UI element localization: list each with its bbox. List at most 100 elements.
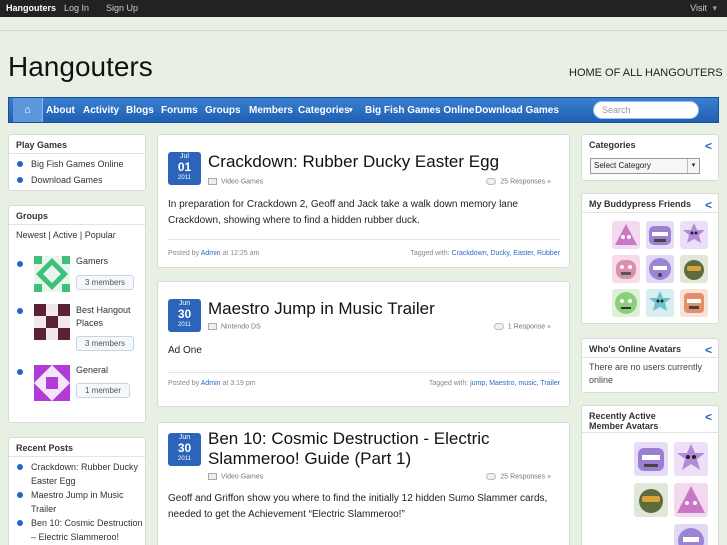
category-select-value: Select Category <box>594 161 651 170</box>
whos-online-text: There are no users currently online <box>589 362 703 385</box>
recent-member-avatar[interactable] <box>674 524 708 545</box>
group-name[interactable]: General <box>76 365 108 375</box>
tagged-label: Tagged with: <box>410 250 450 257</box>
post-title[interactable]: Ben 10: Cosmic Destruction - Electric Sl… <box>208 429 558 469</box>
post-author-link[interactable]: Admin <box>201 380 221 387</box>
categories-caret-icon[interactable]: ▾ <box>349 106 353 114</box>
recent-posts-title: Recent Posts <box>16 443 74 453</box>
group-member-count[interactable]: 3 members <box>76 275 135 290</box>
post-responses[interactable]: 1 Response » <box>493 323 551 330</box>
friend-avatar[interactable] <box>612 289 640 317</box>
post-tags[interactable]: jump, Maestro, music, Trailer <box>470 380 560 387</box>
visit-caret-icon[interactable]: ▾ <box>712 3 717 14</box>
nav-forums[interactable]: Forums <box>161 105 198 116</box>
post-responses-label[interactable]: 25 Responses » <box>500 473 551 480</box>
nav-about[interactable]: About <box>46 105 75 116</box>
login-link[interactable]: Log In <box>64 3 89 13</box>
post-responses-label[interactable]: 25 Responses » <box>500 178 551 185</box>
recent-post-link[interactable]: Ben 10: Cosmic Destruction – Electric Sl… <box>9 516 145 545</box>
nav-big-fish-games[interactable]: Big Fish Games Online <box>365 105 474 116</box>
comment-icon <box>486 473 497 480</box>
posted-by-label: Posted by <box>168 250 200 257</box>
post-excerpt: Geoff and Griffon show you where to find… <box>168 493 548 520</box>
site-title[interactable]: Hangouters <box>8 51 153 83</box>
friend-avatar[interactable] <box>612 255 640 283</box>
category-select[interactable]: Select Category ▾ <box>590 158 700 174</box>
post-category[interactable]: Video Games <box>208 473 263 480</box>
signup-link[interactable]: Sign Up <box>106 3 138 13</box>
recent-member-avatar[interactable] <box>634 483 668 517</box>
group-avatar-best-hangout-places[interactable] <box>34 304 70 340</box>
post-tags[interactable]: Crackdown, Ducky, Easter, Rubber <box>452 250 560 257</box>
post-date-year: 2011 <box>178 456 191 462</box>
whos-online-widget: Who's Online Avatars < There are no user… <box>581 338 719 393</box>
buddypress-friends-widget: My Buddypress Friends < <box>581 193 719 324</box>
friend-avatar[interactable] <box>646 289 674 317</box>
recently-active-widget: Recently Active Member Avatars < <box>581 405 719 545</box>
friend-avatar[interactable] <box>680 255 708 283</box>
friend-avatar[interactable] <box>680 289 708 317</box>
group-member-count[interactable]: 1 member <box>76 383 131 398</box>
recent-posts-widget: Recent Posts Crackdown: Rubber Ducky Eas… <box>8 437 146 545</box>
group-name[interactable]: Gamers <box>76 256 108 266</box>
post-category-label[interactable]: Video Games <box>221 178 263 185</box>
group-name[interactable]: Best Hangout Places <box>76 304 136 330</box>
home-icon[interactable]: ⌂ <box>13 98 43 122</box>
post-author-link[interactable]: Admin <box>201 250 221 257</box>
recent-post-link[interactable]: Maestro Jump in Music Trailer <box>9 488 145 516</box>
play-games-item[interactable]: Big Fish Games Online <box>9 157 124 171</box>
group-member-count[interactable]: 3 members <box>76 336 135 351</box>
post-date-badge: Jul 01 2011 <box>168 152 201 185</box>
bullet <box>17 261 23 267</box>
recent-member-avatar[interactable] <box>674 442 708 476</box>
post-date-day: 01 <box>177 160 192 174</box>
post-category[interactable]: Video Games <box>208 178 263 185</box>
post-category-label[interactable]: Nintendo DS <box>221 323 261 330</box>
categories-title: Categories <box>589 140 636 150</box>
search-input[interactable]: Search <box>593 101 699 119</box>
divider <box>9 456 145 457</box>
posted-by-label: Posted by <box>168 380 200 387</box>
visit-menu[interactable]: Visit <box>690 3 707 13</box>
folder-icon <box>208 178 217 185</box>
divider <box>582 212 718 213</box>
nav-activity[interactable]: Activity <box>83 105 119 116</box>
admin-bar-brand[interactable]: Hangouters <box>6 3 56 13</box>
friend-avatar[interactable] <box>612 221 640 249</box>
collapse-icon[interactable]: < <box>705 198 712 212</box>
post-category-label[interactable]: Video Games <box>221 473 263 480</box>
post-responses-label[interactable]: 1 Response » <box>508 323 551 330</box>
nav-groups[interactable]: Groups <box>205 105 241 116</box>
whos-online-title: Who's Online Avatars <box>589 344 681 354</box>
post-responses[interactable]: 25 Responses » <box>486 473 551 480</box>
recently-active-title: Recently Active Member Avatars <box>589 411 659 431</box>
collapse-icon[interactable]: < <box>705 410 712 424</box>
group-avatar-gamers[interactable] <box>34 256 70 292</box>
recent-member-avatar[interactable] <box>674 483 708 517</box>
group-avatar-general[interactable] <box>34 365 70 401</box>
post-footer: Posted by Admin at 3:19 pm Tagged with: … <box>168 380 560 387</box>
groups-filter[interactable]: Newest | Active | Popular <box>16 230 116 240</box>
post-date-day: 30 <box>177 307 192 321</box>
post-title[interactable]: Crackdown: Rubber Ducky Easter Egg <box>208 152 558 172</box>
nav-blogs[interactable]: Blogs <box>126 105 154 116</box>
post-category[interactable]: Nintendo DS <box>208 323 261 330</box>
buddies-title: My Buddypress Friends <box>589 199 692 209</box>
nav-members[interactable]: Members <box>249 105 293 116</box>
post-card: Jul 01 2011 Crackdown: Rubber Ducky East… <box>157 134 570 268</box>
nav-categories[interactable]: Categories <box>298 105 350 116</box>
friend-avatar[interactable] <box>680 221 708 249</box>
post-responses[interactable]: 25 Responses » <box>486 178 551 185</box>
recent-post-link[interactable]: Crackdown: Rubber Ducky Easter Egg <box>9 460 145 488</box>
select-arrow-icon[interactable]: ▾ <box>687 159 699 173</box>
nav-download-games[interactable]: Download Games <box>475 105 559 116</box>
play-games-item[interactable]: Download Games <box>9 173 124 187</box>
post-title[interactable]: Maestro Jump in Music Trailer <box>208 299 558 319</box>
collapse-icon[interactable]: < <box>705 343 712 357</box>
groups-widget: Groups Newest | Active | Popular Gamers … <box>8 205 146 423</box>
friend-avatar[interactable] <box>646 255 674 283</box>
friend-avatar[interactable] <box>646 221 674 249</box>
collapse-icon[interactable]: < <box>705 139 712 153</box>
divider <box>582 432 718 433</box>
recent-member-avatar[interactable] <box>634 442 668 476</box>
